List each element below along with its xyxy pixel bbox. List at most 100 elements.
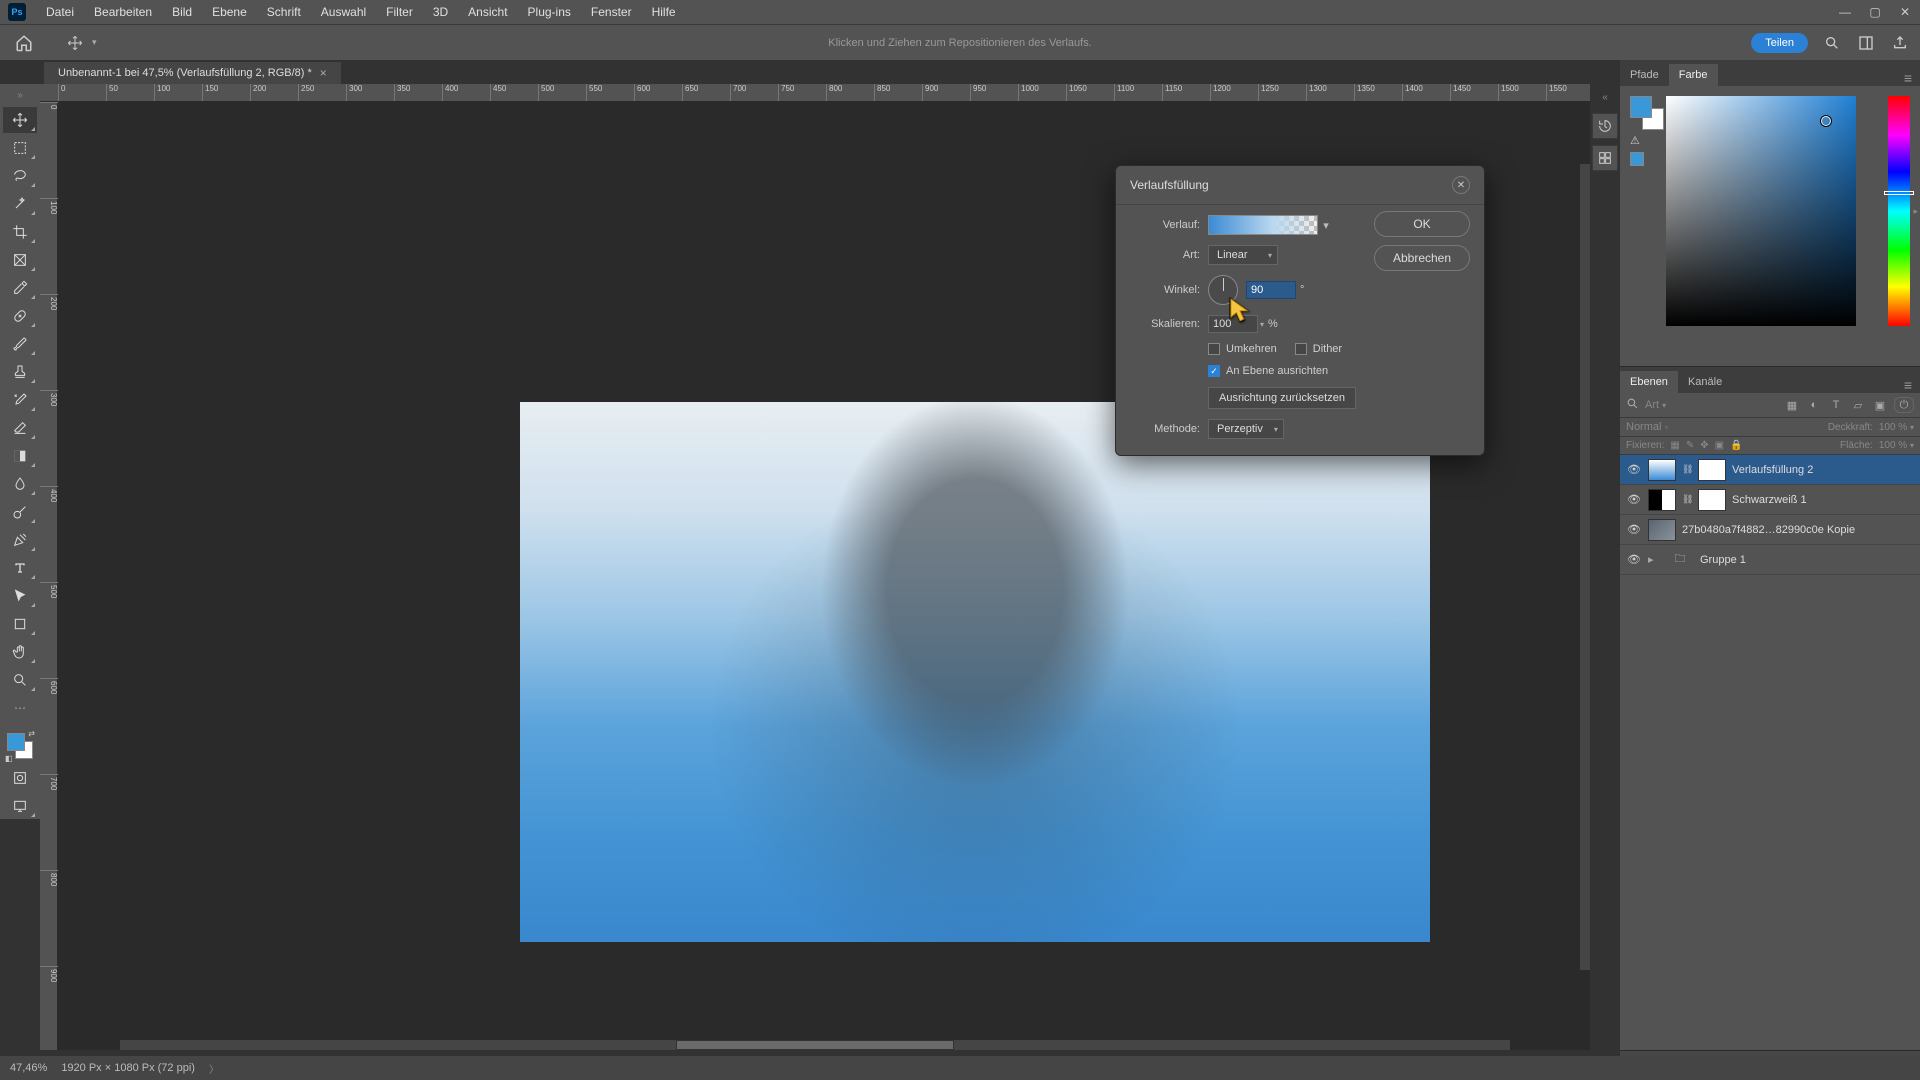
home-button[interactable] — [10, 29, 38, 57]
hue-slider-thumb[interactable] — [1884, 191, 1914, 195]
mask-link-icon[interactable]: ⛓ — [1682, 464, 1692, 475]
blend-mode-dropdown[interactable]: Normal ▾ — [1626, 421, 1822, 433]
ruler-vertical[interactable]: 0100200300400500600700800900100011001200… — [40, 102, 58, 1050]
lock-transparency-icon[interactable]: ▦ — [1670, 440, 1679, 451]
ruler-horizontal[interactable]: 0501001502002503003504004505005506006507… — [40, 84, 1590, 102]
tab-paths[interactable]: Pfade — [1620, 64, 1669, 86]
websafe-swatch[interactable] — [1630, 152, 1644, 166]
tab-channels[interactable]: Kanäle — [1678, 371, 1732, 393]
menu-edit[interactable]: Bearbeiten — [84, 5, 162, 19]
zoom-tool[interactable] — [3, 667, 37, 693]
gradient-preview[interactable] — [1208, 215, 1318, 235]
workspace-icon[interactable] — [1856, 33, 1876, 53]
filter-pixel-icon[interactable]: ▦ — [1784, 397, 1800, 413]
layer-thumbnail[interactable] — [1648, 459, 1676, 481]
mask-link-icon[interactable]: ⛓ — [1682, 494, 1692, 505]
layer-row[interactable]: 👁27b0480a7f4882…82990c0e Kopie — [1620, 515, 1920, 545]
document-tab-close-icon[interactable]: × — [320, 66, 327, 80]
tool-preset-caret[interactable]: ▾ — [92, 37, 97, 48]
minimize-button[interactable]: — — [1830, 0, 1860, 24]
gamut-warning-icon[interactable]: ⚠ — [1630, 134, 1644, 148]
hue-expand-icon[interactable]: ▸ — [1913, 206, 1918, 217]
scale-dropdown-caret[interactable]: ▾ — [1260, 320, 1264, 329]
color-swatches[interactable]: ⇄ ◧ — [3, 729, 37, 763]
color-field[interactable] — [1666, 96, 1856, 326]
move-tool[interactable] — [3, 107, 37, 133]
crop-tool[interactable] — [3, 219, 37, 245]
layer-thumbnail[interactable] — [1648, 489, 1676, 511]
zoom-level[interactable]: 47,46% — [10, 1062, 47, 1074]
doc-dimensions[interactable]: 1920 Px × 1080 Px (72 ppi) — [61, 1062, 195, 1074]
status-caret-icon[interactable]: 〉 — [209, 1061, 219, 1076]
layer-row[interactable]: 👁 ⛓ Verlaufsfüllung 2 — [1620, 455, 1920, 485]
share-button[interactable]: Teilen — [1751, 33, 1808, 53]
layer-mask-thumbnail[interactable] — [1698, 489, 1726, 511]
menu-select[interactable]: Auswahl — [311, 5, 376, 19]
menu-3d[interactable]: 3D — [423, 5, 458, 19]
layer-name[interactable]: Schwarzweiß 1 — [1732, 494, 1807, 506]
tools-collapse-icon[interactable]: » — [0, 90, 40, 101]
edit-toolbar[interactable]: ⋯ — [3, 695, 37, 721]
dialog-close-icon[interactable]: ✕ — [1452, 176, 1470, 194]
visibility-toggle-icon[interactable]: 👁 — [1626, 553, 1642, 566]
filter-smart-icon[interactable]: ▣ — [1872, 397, 1888, 413]
properties-panel-icon[interactable] — [1592, 145, 1618, 171]
layers-kind-dropdown[interactable]: Art ▾ — [1645, 399, 1666, 411]
cancel-button[interactable]: Abbrechen — [1374, 245, 1470, 271]
canvas-scrollbar-horizontal[interactable] — [120, 1040, 1510, 1050]
menu-type[interactable]: Schrift — [257, 5, 311, 19]
default-colors-icon[interactable]: ◧ — [5, 754, 13, 763]
search-icon[interactable] — [1822, 33, 1842, 53]
layers-search-icon[interactable] — [1626, 397, 1639, 413]
method-dropdown[interactable]: Perzeptiv▾ — [1208, 419, 1284, 439]
brush-tool[interactable] — [3, 331, 37, 357]
pen-tool[interactable] — [3, 527, 37, 553]
quickmask-tool[interactable] — [3, 765, 37, 791]
type-tool[interactable] — [3, 555, 37, 581]
reset-alignment-button[interactable]: Ausrichtung zurücksetzen — [1208, 387, 1356, 409]
lock-artboard-icon[interactable]: ▣ — [1715, 440, 1724, 451]
tab-color[interactable]: Farbe — [1669, 64, 1718, 86]
history-brush-tool[interactable] — [3, 387, 37, 413]
tab-layers[interactable]: Ebenen — [1620, 371, 1678, 393]
canvas-scrollbar-vertical[interactable] — [1580, 164, 1590, 970]
visibility-toggle-icon[interactable]: 👁 — [1626, 463, 1642, 476]
document-tab[interactable]: Unbenannt-1 bei 47,5% (Verlaufsfüllung 2… — [44, 62, 341, 84]
type-dropdown[interactable]: Linear▾ — [1208, 245, 1278, 265]
visibility-toggle-icon[interactable]: 👁 — [1626, 523, 1642, 536]
shape-tool[interactable] — [3, 611, 37, 637]
dither-checkbox[interactable]: Dither — [1295, 343, 1342, 355]
scale-input[interactable] — [1208, 315, 1258, 333]
gradient-tool[interactable] — [3, 443, 37, 469]
move-tool-options-icon[interactable] — [62, 30, 88, 56]
menu-file[interactable]: Datei — [36, 5, 84, 19]
menu-window[interactable]: Fenster — [581, 5, 642, 19]
lock-paint-icon[interactable]: ✎ — [1686, 440, 1694, 451]
healing-tool[interactable] — [3, 303, 37, 329]
visibility-toggle-icon[interactable]: 👁 — [1626, 493, 1642, 506]
menu-help[interactable]: Hilfe — [642, 5, 686, 19]
layer-name[interactable]: Gruppe 1 — [1700, 554, 1746, 566]
fill-value[interactable]: 100 % ▾ — [1879, 440, 1914, 451]
menu-layer[interactable]: Ebene — [202, 5, 257, 19]
gradient-picker-caret-icon[interactable]: ▾ — [1320, 215, 1332, 235]
layer-row[interactable]: 👁 ⛓ Schwarzweiß 1 — [1620, 485, 1920, 515]
lock-position-icon[interactable]: ✥ — [1700, 440, 1708, 451]
layer-name[interactable]: Verlaufsfüllung 2 — [1732, 464, 1813, 476]
lasso-tool[interactable] — [3, 163, 37, 189]
screenmode-tool[interactable] — [3, 793, 37, 819]
hand-tool[interactable] — [3, 639, 37, 665]
opacity-value[interactable]: 100 % ▾ — [1879, 422, 1914, 433]
share-export-icon[interactable] — [1890, 33, 1910, 53]
close-button[interactable]: ✕ — [1890, 0, 1920, 24]
menu-filter[interactable]: Filter — [376, 5, 423, 19]
dodge-tool[interactable] — [3, 499, 37, 525]
folder-caret-icon[interactable]: ▸ — [1648, 553, 1660, 566]
color-panel-menu-icon[interactable]: ≡ — [1896, 70, 1920, 86]
hue-slider[interactable] — [1888, 96, 1910, 326]
layer-thumbnail[interactable] — [1648, 519, 1676, 541]
foreground-color-swatch[interactable] — [7, 733, 25, 751]
artboard[interactable] — [520, 402, 1430, 942]
ok-button[interactable]: OK — [1374, 211, 1470, 237]
strip-collapse-icon[interactable]: « — [1602, 92, 1608, 103]
